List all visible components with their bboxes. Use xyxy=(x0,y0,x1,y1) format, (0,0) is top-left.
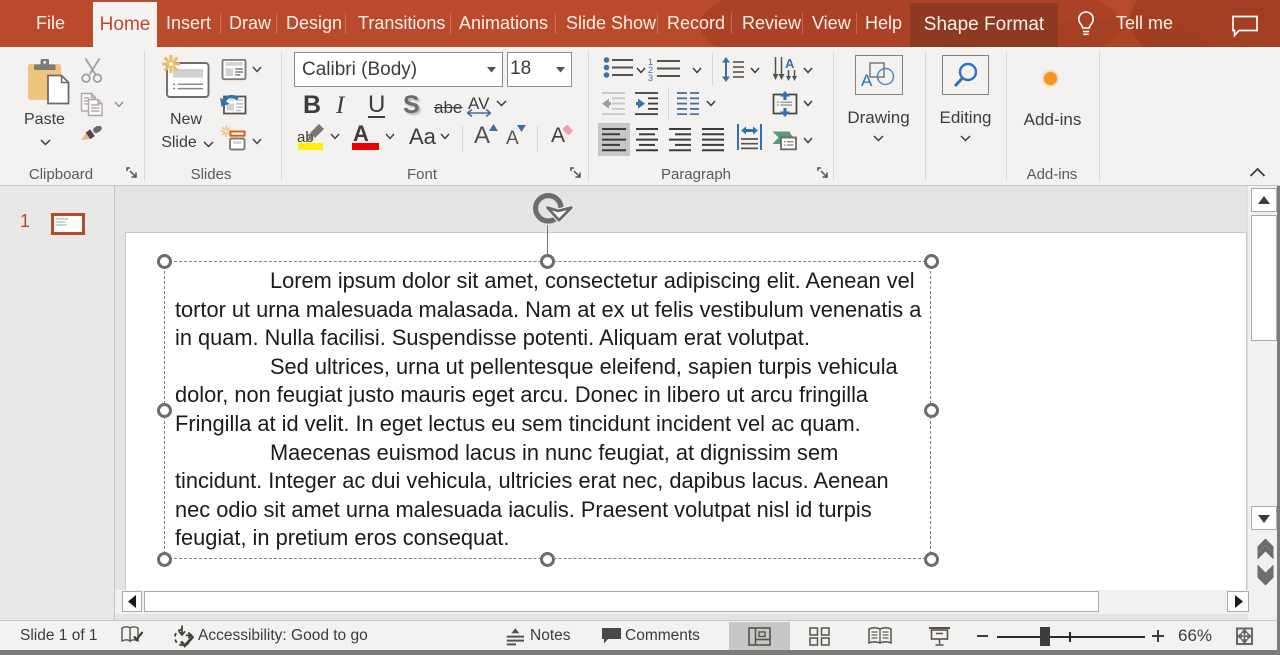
svg-text:A: A xyxy=(785,57,795,71)
svg-text:A: A xyxy=(861,71,873,89)
svg-text:3: 3 xyxy=(648,73,653,82)
